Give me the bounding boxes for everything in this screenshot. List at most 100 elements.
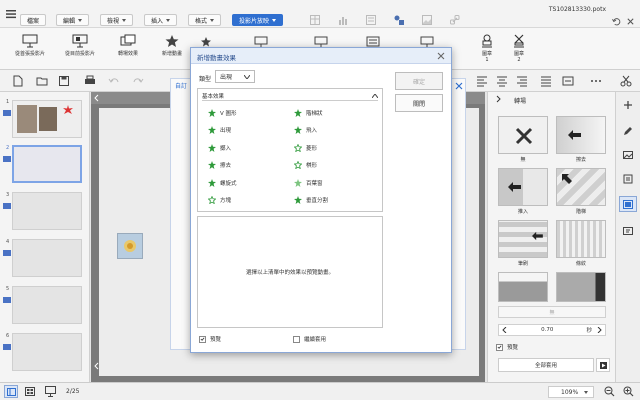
- menu-icon[interactable]: [6, 9, 16, 19]
- effect-item[interactable]: 螺旋式: [208, 177, 237, 188]
- align-left-icon[interactable]: [476, 75, 488, 87]
- open-folder-icon[interactable]: [36, 75, 48, 87]
- zoom-in-icon[interactable]: [623, 386, 634, 397]
- star-icon: [294, 108, 302, 117]
- text-box-icon[interactable]: [366, 15, 376, 25]
- zoom-out-icon[interactable]: [604, 386, 615, 397]
- checkbox-checked[interactable]: [496, 343, 503, 351]
- effect-item[interactable]: 擦去: [208, 160, 237, 171]
- stamp-1-button[interactable]: 圖章 1: [472, 34, 502, 63]
- duration-stepper[interactable]: 0.70 秒: [498, 324, 606, 336]
- align-right-icon[interactable]: [516, 75, 528, 87]
- slide-thumbnail[interactable]: [12, 286, 82, 324]
- transition-tile[interactable]: [498, 272, 548, 302]
- preview-checkbox[interactable]: 預覽: [496, 343, 518, 351]
- animation-marker-icon: [3, 156, 11, 162]
- edit-icon[interactable]: [623, 126, 633, 136]
- add-animation-button[interactable]: 新增動畫: [152, 34, 192, 57]
- slide-thumbnail[interactable]: [12, 192, 82, 230]
- close-button[interactable]: 關閉: [395, 94, 443, 112]
- plus-icon[interactable]: [623, 100, 633, 110]
- table-icon[interactable]: [310, 15, 320, 25]
- transition-stairs-tile[interactable]: [556, 168, 606, 206]
- apply-all-button[interactable]: 全部套用: [498, 358, 594, 372]
- collapse-left-icon[interactable]: [93, 94, 101, 102]
- transition-pane: 轉場 無 擦去 推入 階梯 筆刷 條紋 無 0.70 秒 預覽 全部套用: [487, 92, 615, 382]
- star-outline-icon: [294, 143, 302, 152]
- status-bar: 2/25 109%: [0, 382, 640, 400]
- animation-settings-icon[interactable]: [623, 226, 633, 236]
- effect-item[interactable]: V 圖形: [208, 107, 237, 118]
- play-button[interactable]: [596, 358, 610, 372]
- line-spacing-icon[interactable]: [562, 75, 574, 87]
- effects-section-header[interactable]: 基本效果: [202, 91, 378, 101]
- transition-wipe-tile[interactable]: [556, 116, 606, 154]
- direction-select[interactable]: 無: [498, 306, 606, 318]
- transition-stripes-tile[interactable]: [556, 220, 606, 258]
- type-select[interactable]: 出現: [215, 70, 255, 83]
- slide-thumbnail[interactable]: [12, 100, 82, 138]
- stamp-2-button[interactable]: 圖章 2: [504, 34, 534, 63]
- zoom-select[interactable]: 109%: [548, 386, 594, 398]
- check-icon: [497, 345, 502, 349]
- menu-slideshow[interactable]: 投影片放映: [232, 14, 284, 26]
- presenter-view-icon[interactable]: [45, 386, 56, 397]
- more-icon[interactable]: [590, 75, 602, 87]
- continue-apply-checkbox[interactable]: 繼續套用: [293, 335, 326, 343]
- checkbox-unchecked[interactable]: [293, 335, 300, 343]
- transition-push-tile[interactable]: [498, 168, 548, 206]
- menu-edit[interactable]: 編輯: [56, 14, 90, 26]
- transition-button[interactable]: 轉場效果: [108, 34, 148, 57]
- slide-sorter-icon[interactable]: [25, 387, 35, 396]
- slide-thumbnail[interactable]: [12, 333, 82, 371]
- preview-checkbox[interactable]: 預覽: [199, 335, 221, 343]
- from-first-slide-button[interactable]: 從首張投影片: [8, 34, 52, 57]
- effect-item[interactable]: 垂直分割: [294, 195, 328, 206]
- effect-item[interactable]: 出現: [208, 125, 237, 136]
- chart-icon[interactable]: [338, 15, 348, 25]
- effect-item[interactable]: 百葉窗: [294, 177, 328, 188]
- menu-view[interactable]: 檢視: [100, 14, 134, 26]
- slide-thumbnail-selected[interactable]: [12, 145, 82, 183]
- menu-file[interactable]: 檔案: [20, 14, 47, 26]
- transition-pane-toggle[interactable]: [619, 196, 637, 212]
- image-settings-icon[interactable]: [623, 150, 633, 160]
- image-icon[interactable]: [422, 15, 432, 25]
- from-current-slide-button[interactable]: 從目前投影片: [58, 34, 102, 57]
- close-icon[interactable]: [626, 17, 635, 26]
- menu-format[interactable]: 格式: [188, 14, 222, 26]
- effect-item[interactable]: 方塊: [208, 195, 237, 206]
- transition-brush-tile[interactable]: [498, 220, 548, 258]
- transition-none-tile[interactable]: [498, 116, 548, 154]
- undo-icon[interactable]: [612, 17, 621, 26]
- chevron-right-icon[interactable]: [494, 95, 502, 103]
- undo-arrow-icon[interactable]: [108, 75, 120, 87]
- confirm-button[interactable]: 確定: [395, 72, 443, 90]
- save-icon[interactable]: [58, 75, 70, 87]
- close-icon[interactable]: [455, 82, 463, 90]
- print-icon[interactable]: [84, 75, 96, 87]
- image-placeholder[interactable]: [117, 233, 143, 259]
- menu-insert[interactable]: 插入: [144, 14, 178, 26]
- close-icon[interactable]: [437, 52, 445, 60]
- justify-icon[interactable]: [540, 75, 552, 87]
- effect-item[interactable]: 階梯狀: [294, 107, 328, 118]
- checkbox-checked[interactable]: [199, 335, 206, 343]
- redo-arrow-icon[interactable]: [132, 75, 144, 87]
- normal-view-button[interactable]: [4, 385, 18, 398]
- projector-icon: [22, 34, 38, 48]
- play-icon: [600, 362, 607, 369]
- effect-item[interactable]: 飛入: [294, 125, 328, 136]
- chevron-right-icon[interactable]: [596, 327, 602, 333]
- effect-item[interactable]: 菱形: [294, 142, 328, 153]
- effect-item[interactable]: 棋形: [294, 160, 328, 171]
- slide-thumbnail[interactable]: [12, 239, 82, 277]
- cut-icon[interactable]: [620, 75, 632, 87]
- transition-tile[interactable]: [556, 272, 606, 302]
- link-icon[interactable]: [450, 15, 460, 25]
- chart-settings-icon[interactable]: [623, 174, 633, 184]
- align-center-icon[interactable]: [496, 75, 508, 87]
- effect-item[interactable]: 擲入: [208, 142, 237, 153]
- new-file-icon[interactable]: [12, 75, 24, 87]
- shapes-icon[interactable]: [394, 15, 404, 25]
